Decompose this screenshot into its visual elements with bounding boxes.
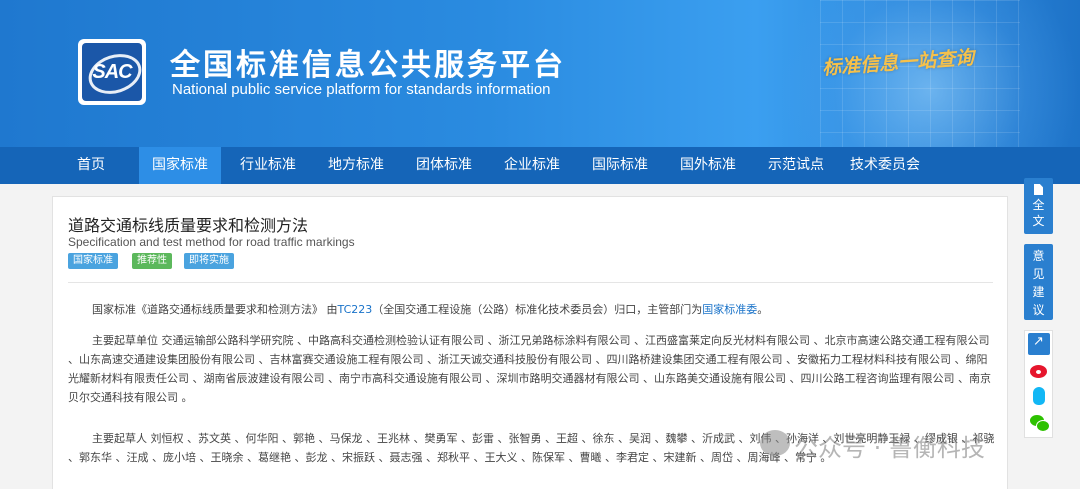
feedback-label: 意见建议 [1032, 249, 1045, 317]
standard-english-title: Specification and test method for road t… [68, 235, 355, 249]
feedback-button[interactable]: 意见建议 [1024, 244, 1053, 320]
summary-middle: （全国交通工程设施（公路）标准化技术委员会）归口，主管部门为 [372, 303, 703, 316]
divider [68, 282, 993, 283]
nav-item-industry-standards[interactable]: 行业标准 [230, 147, 306, 184]
nav-item-enterprise-standards[interactable]: 企业标准 [494, 147, 570, 184]
sac-logo-mark: SAC [82, 43, 142, 101]
drafting-units: 主要起草单位 交通运输部公路科学研究院 、中路高科交通检测检验认证有限公司 、浙… [68, 334, 991, 404]
logo-text: SAC [92, 61, 132, 83]
qq-icon[interactable] [1028, 385, 1050, 407]
nav-item-home[interactable]: 首页 [62, 147, 120, 184]
summary-prefix: 国家标准《道路交通标线质量要求和检测方法》 由 [92, 303, 338, 316]
nav-item-local-standards[interactable]: 地方标准 [318, 147, 394, 184]
committee-link[interactable]: TC223 [338, 303, 373, 316]
nav-item-technical-committee[interactable]: 技术委员会 [842, 147, 928, 184]
share-panel [1024, 330, 1053, 438]
badge-recommended: 推荐性 [132, 253, 172, 269]
standard-summary: 国家标准《道路交通标线质量要求和检测方法》 由TC223（全国交通工程设施（公路… [68, 300, 998, 319]
standard-title: 道路交通标线质量要求和检测方法 [68, 216, 309, 235]
sac-logo[interactable]: SAC [78, 39, 146, 105]
site-title: 全国标准信息公共服务平台 [170, 48, 566, 83]
nav-item-international-standards[interactable]: 国际标准 [582, 147, 658, 184]
document-icon [1034, 184, 1043, 195]
nav-item-national-standards[interactable]: 国家标准 [139, 147, 221, 184]
nav-item-foreign-standards[interactable]: 国外标准 [670, 147, 746, 184]
watermark-text: 公众号 · 鲁衡科技 [794, 434, 985, 462]
header-banner: SAC 全国标准信息公共服务平台 National public service… [0, 0, 1080, 147]
watermark-icon [760, 430, 790, 456]
summary-suffix: 。 [757, 303, 769, 316]
badge-upcoming: 即将实施 [184, 253, 234, 269]
fulltext-button[interactable]: 全文 [1024, 178, 1053, 234]
share-icon[interactable] [1028, 333, 1050, 355]
nav-item-demonstration[interactable]: 示范试点 [758, 147, 834, 184]
main-nav: 首页 国家标准 行业标准 地方标准 团体标准 企业标准 国际标准 国外标准 示范… [0, 147, 1080, 184]
nav-item-group-standards[interactable]: 团体标准 [406, 147, 482, 184]
authority-link[interactable]: 国家标准委 [702, 303, 757, 316]
fulltext-label: 全文 [1032, 198, 1045, 228]
wechat-icon[interactable] [1028, 411, 1050, 433]
site-subtitle: National public service platform for sta… [172, 81, 551, 98]
badge-national-standard: 国家标准 [68, 253, 118, 269]
weibo-icon[interactable] [1028, 359, 1050, 381]
